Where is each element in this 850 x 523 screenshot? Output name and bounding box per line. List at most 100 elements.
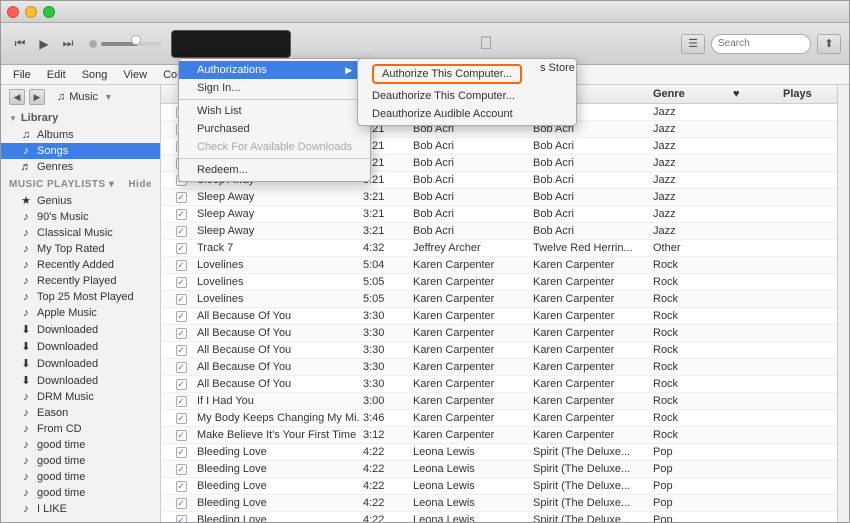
close-button[interactable]: [7, 6, 19, 18]
sidebar-item-good-time-1[interactable]: ♪ good time: [1, 437, 160, 453]
table-row[interactable]: ✓ Lovelines 5:05 Karen Carpenter Karen C…: [161, 291, 837, 308]
row-fav[interactable]: [729, 309, 779, 323]
upload-button[interactable]: ⬆: [817, 34, 841, 54]
sidebar-item-from-cd[interactable]: ♪ From CD: [1, 421, 160, 437]
table-row[interactable]: ✓ Sleep Away 3:21 Bob Acri Bob Acri Jazz: [161, 138, 837, 155]
checkbox[interactable]: ✓: [176, 107, 187, 118]
row-fav[interactable]: [729, 139, 779, 153]
checkbox[interactable]: ✓: [176, 481, 187, 492]
table-row[interactable]: ✓ If I Had You 3:00 Karen Carpenter Kare…: [161, 393, 837, 410]
sidebar-item-apple-music[interactable]: ♪ Apple Music: [1, 305, 160, 321]
table-row[interactable]: ✓ All Because Of You 3:30 Karen Carpente…: [161, 325, 837, 342]
table-row[interactable]: ✓ All Because Of You 3:30 Karen Carpente…: [161, 308, 837, 325]
table-row[interactable]: ✓ All Because Of You 3:30 Karen Carpente…: [161, 376, 837, 393]
menu-account[interactable]: Account: [212, 67, 268, 83]
row-check[interactable]: ✓: [169, 275, 193, 289]
row-fav[interactable]: [729, 411, 779, 425]
back-button[interactable]: ◀: [9, 89, 25, 105]
sidebar-item-recently-played[interactable]: ♪ Recently Played: [1, 273, 160, 289]
sidebar-item-classical-music[interactable]: ♪ Classical Music: [1, 225, 160, 241]
row-check[interactable]: ✓: [169, 513, 193, 522]
row-check[interactable]: ✓: [169, 462, 193, 476]
row-check[interactable]: ✓: [169, 496, 193, 510]
table-row[interactable]: ✓ Bleeding Love 4:22 Leona Lewis Spirit …: [161, 512, 837, 522]
row-fav[interactable]: [729, 343, 779, 357]
menu-edit[interactable]: Edit: [39, 67, 74, 83]
row-fav[interactable]: [729, 122, 779, 136]
checkbox[interactable]: ✓: [176, 464, 187, 475]
sidebar-item-genres[interactable]: ♬ Genres: [1, 159, 160, 175]
col-name[interactable]: Name: [193, 88, 359, 100]
row-fav[interactable]: [729, 241, 779, 255]
row-fav[interactable]: [729, 326, 779, 340]
row-fav[interactable]: [729, 190, 779, 204]
table-row[interactable]: ✓ Sleep Away 3:21 Bob Acri Bob Acri Jazz: [161, 223, 837, 240]
checkbox[interactable]: ✓: [176, 345, 187, 356]
menu-controls[interactable]: Controls: [155, 67, 212, 83]
list-view-button[interactable]: ☰: [681, 34, 705, 54]
col-artist[interactable]: Artist: [409, 88, 529, 100]
row-check[interactable]: ✓: [169, 207, 193, 221]
checkbox[interactable]: ✓: [176, 396, 187, 407]
checkbox[interactable]: ✓: [176, 192, 187, 203]
checkbox[interactable]: ✓: [176, 498, 187, 509]
row-fav[interactable]: [729, 173, 779, 187]
row-check[interactable]: ✓: [169, 377, 193, 391]
table-row[interactable]: ✓ Sleep Away 3:21 Bob Acri Bob Acri Jazz: [161, 172, 837, 189]
table-row[interactable]: ✓ Make Believe It's Your First Time 3:12…: [161, 427, 837, 444]
row-fav[interactable]: [729, 428, 779, 442]
checkbox[interactable]: ✓: [176, 515, 187, 523]
sidebar-item-90s-music[interactable]: ♪ 90's Music: [1, 209, 160, 225]
checkbox[interactable]: ✓: [176, 294, 187, 305]
row-fav[interactable]: [729, 224, 779, 238]
col-plays[interactable]: Plays: [779, 88, 829, 100]
checkbox[interactable]: ✓: [176, 328, 187, 339]
row-check[interactable]: ✓: [169, 343, 193, 357]
sidebar-item-good-time-2[interactable]: ♪ good time: [1, 453, 160, 469]
checkbox[interactable]: ✓: [176, 209, 187, 220]
search-input[interactable]: [711, 34, 811, 54]
sidebar-item-songs[interactable]: ♪ Songs: [1, 143, 160, 159]
table-row[interactable]: ✓ Bleeding Love 4:22 Leona Lewis Spirit …: [161, 478, 837, 495]
checkbox[interactable]: ✓: [176, 379, 187, 390]
checkbox[interactable]: ✓: [176, 141, 187, 152]
sidebar-item-eason[interactable]: ♪ Eason: [1, 405, 160, 421]
next-button[interactable]: ⏭: [57, 33, 79, 55]
row-fav[interactable]: [729, 105, 779, 119]
checkbox[interactable]: ✓: [176, 430, 187, 441]
row-check[interactable]: ✓: [169, 292, 193, 306]
sidebar-item-albums[interactable]: ♫ Albums: [1, 127, 160, 143]
library-section-header[interactable]: ▼ Library: [1, 109, 160, 127]
maximize-button[interactable]: [43, 6, 55, 18]
sidebar-item-good-time-4[interactable]: ♪ good time: [1, 485, 160, 501]
row-check[interactable]: ✓: [169, 309, 193, 323]
row-fav[interactable]: [729, 360, 779, 374]
sidebar-item-my-top-rated[interactable]: ♪ My Top Rated: [1, 241, 160, 257]
row-check[interactable]: ✓: [169, 326, 193, 340]
row-fav[interactable]: [729, 394, 779, 408]
sidebar-item-genius[interactable]: ★ Genius: [1, 192, 160, 209]
col-album[interactable]: Album: [529, 88, 649, 100]
checkbox[interactable]: ✓: [176, 277, 187, 288]
prev-button[interactable]: ⏮: [9, 33, 31, 55]
row-check[interactable]: ✓: [169, 479, 193, 493]
table-row[interactable]: ✓ Lovelines 5:05 Karen Carpenter Karen C…: [161, 274, 837, 291]
checkbox[interactable]: ✓: [176, 447, 187, 458]
row-fav[interactable]: [729, 292, 779, 306]
row-check[interactable]: ✓: [169, 156, 193, 170]
row-check[interactable]: ✓: [169, 190, 193, 204]
menu-song[interactable]: Song: [74, 67, 116, 83]
row-check[interactable]: ✓: [169, 445, 193, 459]
menu-view[interactable]: View: [115, 67, 155, 83]
checkbox[interactable]: ✓: [176, 226, 187, 237]
table-row[interactable]: ✓ Sleep Away 3:21 Bob Acri Bob Acri Jazz: [161, 206, 837, 223]
table-row[interactable]: ✓ Sleep Away 3:21 Bob Acri Bob Acri Jazz: [161, 121, 837, 138]
table-row[interactable]: ✓ Bleeding Love 4:22 Leona Lewis Spirit …: [161, 444, 837, 461]
row-fav[interactable]: [729, 496, 779, 510]
row-check[interactable]: ✓: [169, 105, 193, 119]
checkbox[interactable]: ✓: [176, 362, 187, 373]
sidebar-item-i-like[interactable]: ♪ I LIKE: [1, 501, 160, 517]
table-row[interactable]: ✓ Bleeding Love 4:22 Leona Lewis Spirit …: [161, 495, 837, 512]
checkbox[interactable]: ✓: [176, 413, 187, 424]
sidebar-item-downloaded-2[interactable]: ⬇ Downloaded: [1, 338, 160, 355]
